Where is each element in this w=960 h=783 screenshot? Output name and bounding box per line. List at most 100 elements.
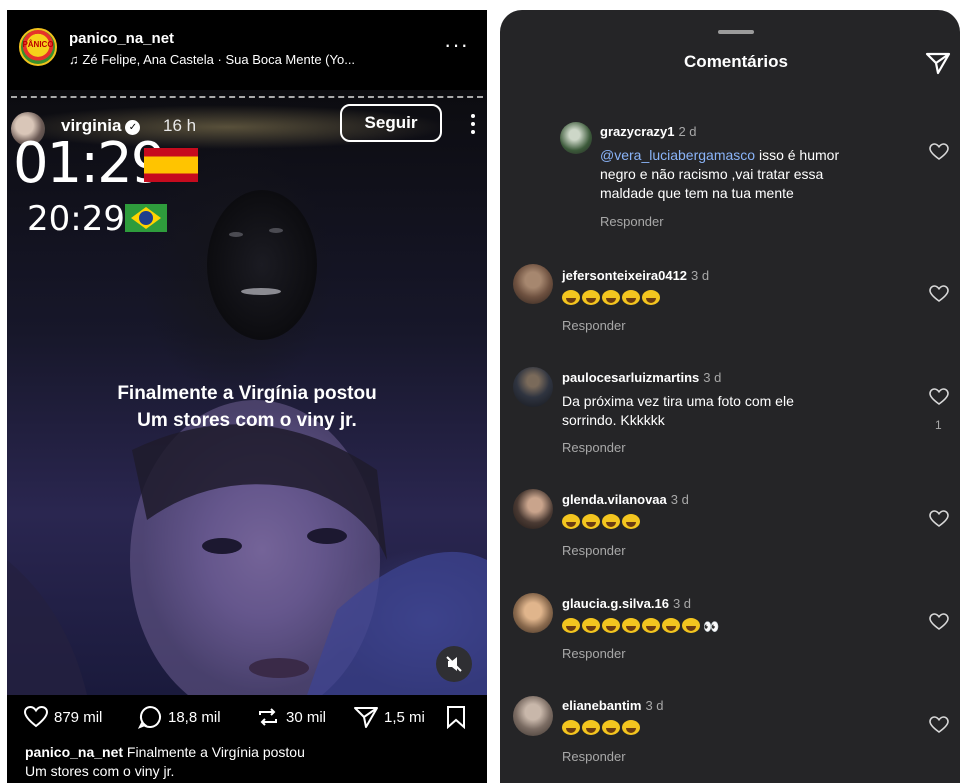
comment-text-line2: negro e não racismo ,vai tratar essa [600,166,824,182]
comment-time-ago: 3 d [645,698,664,713]
share-count: 1,5 mi [384,708,425,726]
comment-avatar[interactable] [513,593,553,633]
comment-emojis [562,719,642,738]
reply-button[interactable]: Responder [600,214,664,229]
comment-time-ago: 3 d [670,492,689,507]
laughing-emoji-icon [562,720,580,735]
laughing-emoji-icon [562,514,580,529]
post-header: PÂNICO panico_na_net ♫ Zé Felipe, Ana Ca… [7,10,487,90]
caption-text-line2: Um stores com o viny jr. [25,763,175,779]
save-button[interactable] [445,705,472,729]
comment-like-count: 1 [935,418,942,432]
reply-button[interactable]: Responder [562,543,626,558]
caption-username[interactable]: panico_na_net [25,744,123,760]
heart-icon[interactable] [928,509,950,529]
comment-username-text: jefersonteixeira0412 [562,268,688,283]
post-username[interactable]: panico_na_net [69,30,174,47]
comment-username[interactable]: glaucia.g.silva.16 3 d [562,596,691,611]
comment-username[interactable]: grazycrazy1 2 d [600,124,697,139]
comment-mention[interactable]: @vera_luciabergamasco [600,147,755,163]
heart-icon [23,705,49,728]
instagram-post: PÂNICO panico_na_net ♫ Zé Felipe, Ana Ca… [7,10,487,783]
music-note-icon: ♫ [69,52,79,67]
comment-count: 18,8 mil [168,708,221,726]
caption-text: Finalmente a Virgínia postou [123,744,305,760]
comment-avatar[interactable] [513,696,553,736]
comment-emojis: 👀 [562,617,719,636]
comment-time-ago: 3 d [691,268,710,283]
bookmark-icon [447,706,465,729]
comments-panel: Comentários grazycrazy1 2 d @vera_luciabe… [500,10,960,783]
laughing-emoji-icon [622,720,640,735]
reply-button[interactable]: Responder [562,646,626,661]
laughing-emoji-icon [602,514,620,529]
comment-text: Da próxima vez tira uma foto com ele sor… [562,392,794,430]
heart-icon[interactable] [928,284,950,304]
laughing-emoji-icon [582,720,600,735]
story-caption-line2: Um stores com o viny jr. [137,410,357,431]
post-music-title: Zé Felipe, Ana Castela · Sua Boca Mente … [82,52,356,67]
heart-icon[interactable] [928,142,950,162]
laughing-emoji-icon [582,290,600,305]
post-actions-bar: 879 mil 18,8 mil 30 mil 1,5 mi [7,695,487,740]
comment-username[interactable]: paulocesarluizmartins 3 d [562,370,721,385]
comment-avatar[interactable] [513,489,553,529]
laughing-emoji-icon [642,290,660,305]
reply-button[interactable]: Responder [562,318,626,333]
comment-bubble-icon [137,705,161,729]
laughing-emoji-icon [682,618,700,633]
laughing-emoji-icon [602,290,620,305]
send-icon[interactable] [924,50,952,76]
post-music[interactable]: ♫ Zé Felipe, Ana Castela · Sua Boca Ment… [69,52,355,67]
share-button[interactable]: 1,5 mi [353,705,425,729]
laughing-emoji-icon [582,514,600,529]
comment-emojis [562,513,642,532]
comment-emojis [562,289,662,308]
comment-button[interactable]: 18,8 mil [137,705,221,729]
comment-username[interactable]: elianebantim 3 d [562,698,664,713]
comment-username[interactable]: glenda.vilanovaa 3 d [562,492,689,507]
comment-time-ago: 2 d [678,124,697,139]
laughing-emoji-icon [582,618,600,633]
more-options-icon[interactable]: ··· [444,32,469,58]
heart-icon[interactable] [928,387,950,407]
comment-text-line1: Da próxima vez tira uma foto com ele [562,393,794,409]
comment-username-text: elianebantim [562,698,642,713]
like-button[interactable]: 879 mil [23,705,102,729]
laughing-emoji-icon [562,618,580,633]
eyes-emoji-icon: 👀 [703,619,720,634]
profile-avatar[interactable]: PÂNICO [19,28,57,66]
comments-title: Comentários [684,52,788,71]
comment-username-text: glenda.vilanovaa [562,492,667,507]
laughing-emoji-icon [622,514,640,529]
laughing-emoji-icon [562,290,580,305]
comment-username[interactable]: jefersonteixeira0412 3 d [562,268,709,283]
comment-time-ago: 3 d [672,596,692,611]
laughing-emoji-icon [602,618,620,633]
profile-avatar-logo: PÂNICO [22,40,54,49]
laughing-emoji-icon [662,618,680,633]
comment-username-text: paulocesarluizmartins [562,370,700,385]
comment-text-line2: sorrindo. Kkkkkk [562,412,665,428]
laughing-emoji-icon [622,618,640,633]
story-media[interactable]: virginia ✓ 16 h Seguir 01:29 20:29 Finalm… [7,90,487,695]
story-caption: Finalmente a Virgínia postou Um stores c… [7,380,487,434]
repost-icon [259,708,277,726]
comment-avatar[interactable] [560,122,592,154]
reply-button[interactable]: Responder [562,440,626,455]
mute-button[interactable] [436,646,472,682]
drag-handle[interactable] [718,30,754,34]
repost-count: 30 mil [286,708,327,726]
heart-icon[interactable] [928,715,950,735]
laughing-emoji-icon [622,290,640,305]
comment-avatar[interactable] [513,367,553,407]
comment-text-line1: isso é humor [755,147,840,163]
like-count: 879 mil [54,708,103,726]
comment-username-text: grazycrazy1 [600,124,675,139]
heart-icon[interactable] [928,612,950,632]
reply-button[interactable]: Responder [562,749,626,764]
laughing-emoji-icon [602,720,620,735]
laughing-emoji-icon [642,618,660,633]
comment-avatar[interactable] [513,264,553,304]
repost-button[interactable]: 30 mil [255,705,326,729]
